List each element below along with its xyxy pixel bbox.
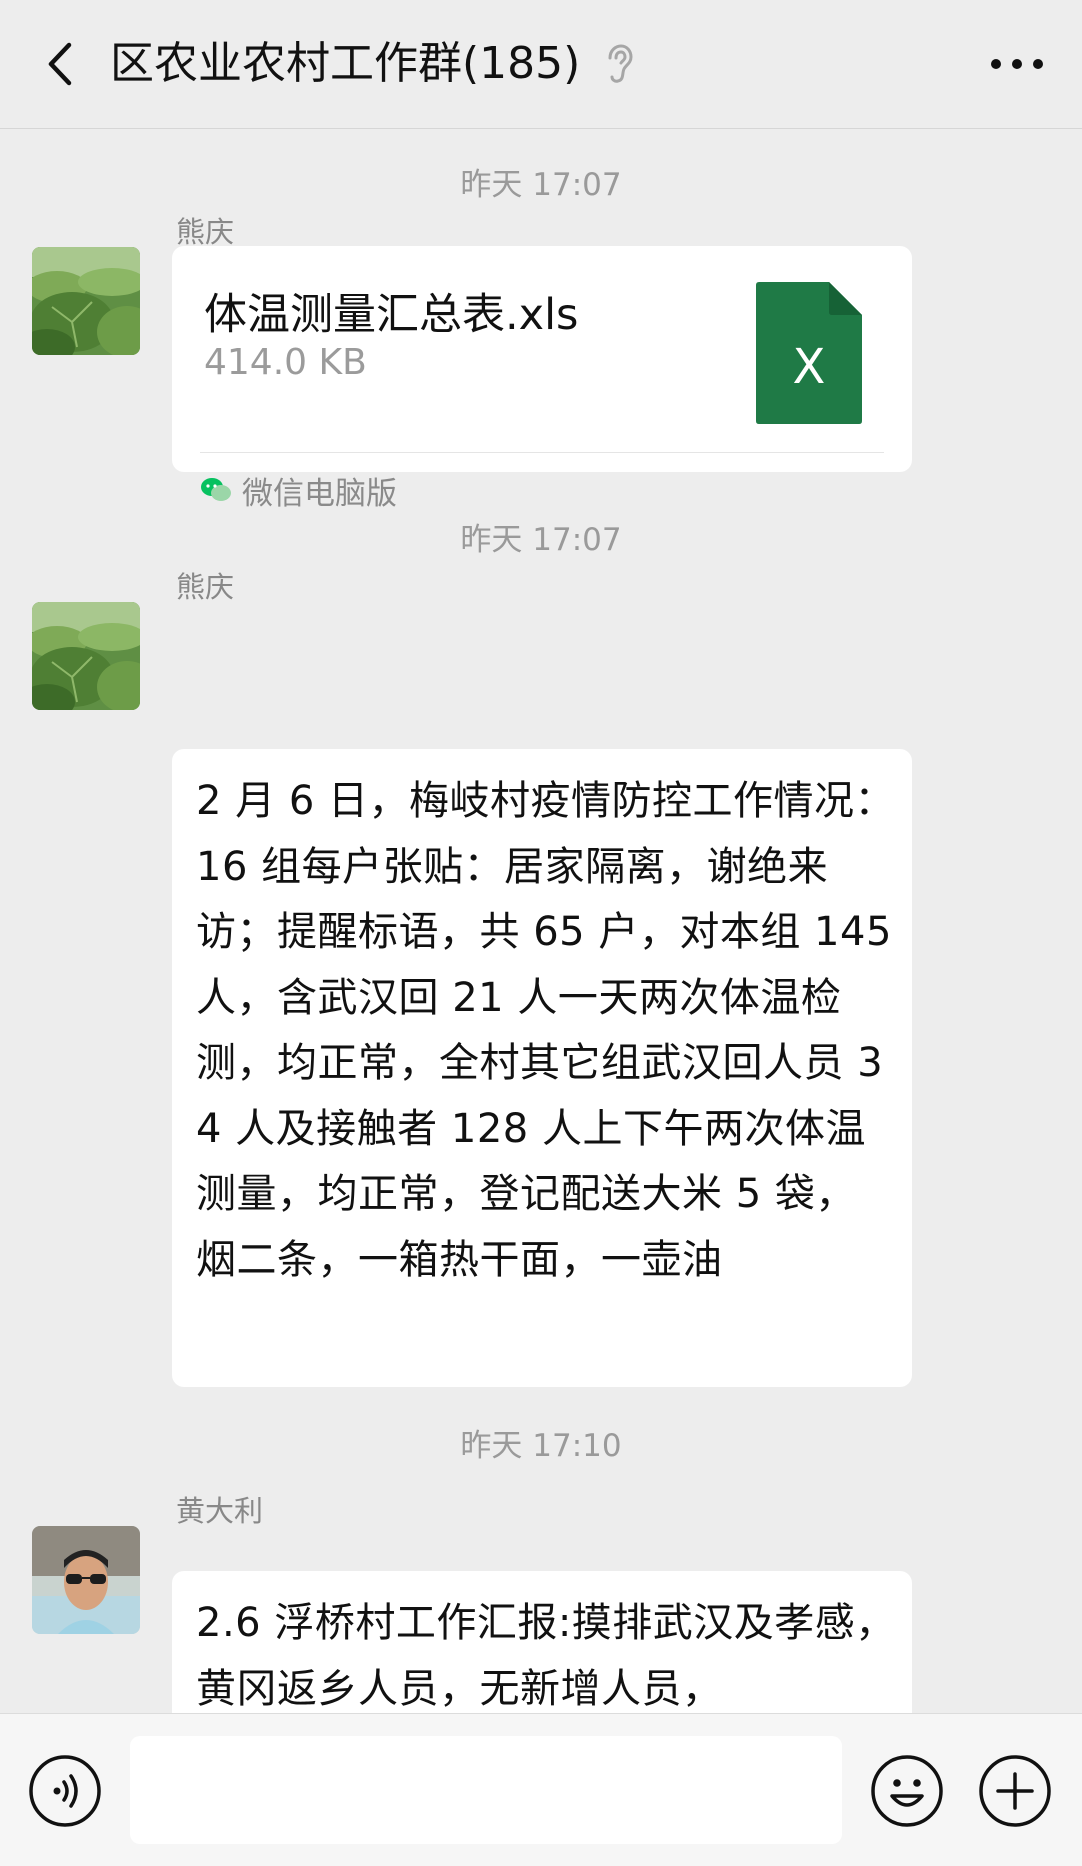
divider bbox=[200, 452, 884, 453]
voice-icon bbox=[29, 1755, 101, 1827]
plus-icon bbox=[979, 1755, 1051, 1827]
message-input[interactable] bbox=[130, 1736, 842, 1844]
chat-messages[interactable]: 昨天 17:07 熊庆 体温测量汇总表.xls 414.0 KB X 微信电脑版… bbox=[0, 129, 1082, 1713]
avatar[interactable] bbox=[32, 1526, 140, 1634]
more-actions-button[interactable] bbox=[978, 1754, 1052, 1828]
file-name: 体温测量汇总表.xls bbox=[204, 290, 579, 340]
wechat-icon bbox=[201, 478, 231, 501]
excel-icon-letter: X bbox=[793, 339, 826, 395]
text-message-bubble[interactable]: 2.6 浮桥村工作汇报:摸排武汉及孝感，黄冈返乡人员，无新增人员， bbox=[172, 1571, 912, 1713]
sender-name: 黄大利 bbox=[176, 1494, 264, 1528]
avatar[interactable] bbox=[32, 247, 140, 355]
more-button[interactable] bbox=[982, 36, 1052, 92]
sender-name: 熊庆 bbox=[176, 215, 235, 249]
file-source: 微信电脑版 bbox=[200, 468, 397, 512]
message-text: 2 月 6 日，梅岐村疫情防控工作情况：16 组每户张贴：居家隔离，谢绝来访；提… bbox=[196, 778, 896, 1283]
message-timestamp: 昨天 17:10 bbox=[460, 1428, 622, 1464]
voice-button[interactable] bbox=[28, 1754, 102, 1828]
text-message-bubble[interactable]: 2 月 6 日，梅岐村疫情防控工作情况：16 组每户张贴：居家隔离，谢绝来访；提… bbox=[172, 749, 912, 1387]
file-size: 414.0 KB bbox=[204, 342, 367, 383]
chat-input-bar bbox=[0, 1713, 1082, 1866]
chat-header: 区农业农村工作群(185) bbox=[0, 0, 1082, 129]
avatar[interactable] bbox=[32, 602, 140, 710]
message-timestamp: 昨天 17:07 bbox=[460, 167, 622, 203]
ear-mute-icon bbox=[608, 44, 633, 83]
excel-file-icon: X bbox=[756, 282, 862, 424]
chat-title: 区农业农村工作群(185) bbox=[110, 38, 581, 89]
emoji-icon bbox=[871, 1755, 943, 1827]
message-timestamp: 昨天 17:07 bbox=[460, 522, 622, 558]
sender-name: 熊庆 bbox=[176, 570, 235, 604]
message-text: 2.6 浮桥村工作汇报:摸排武汉及孝感，黄冈返乡人员，无新增人员， bbox=[196, 1600, 896, 1712]
file-source-label: 微信电脑版 bbox=[242, 475, 397, 512]
file-message-card[interactable]: 体温测量汇总表.xls 414.0 KB X 微信电脑版 bbox=[172, 246, 912, 512]
back-button[interactable] bbox=[30, 32, 90, 96]
emoji-button[interactable] bbox=[870, 1754, 944, 1828]
chevron-left-icon bbox=[48, 42, 72, 86]
more-dots-icon bbox=[991, 59, 1043, 69]
